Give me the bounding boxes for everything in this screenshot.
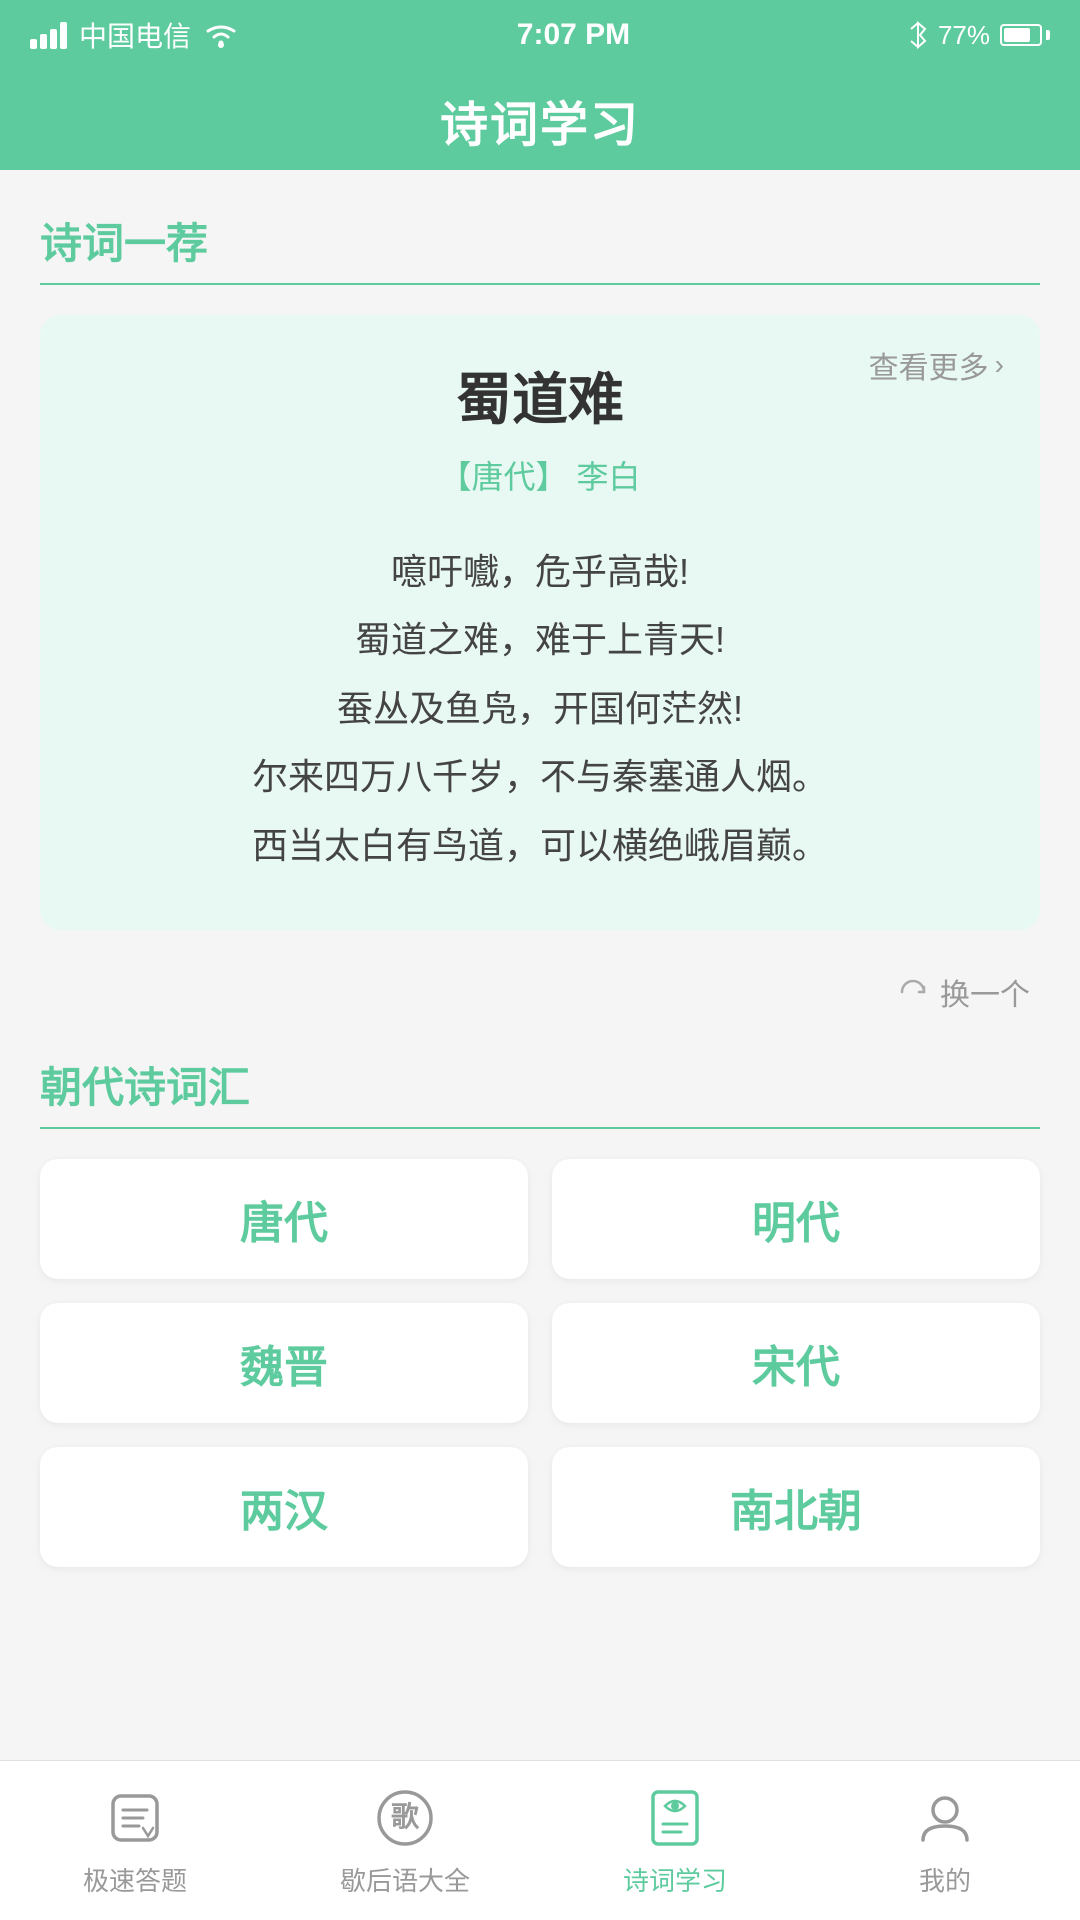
poem-author-name: 李白: [576, 459, 640, 495]
poetry-icon: [640, 1783, 710, 1853]
poem-dynasty: 【唐代】: [440, 459, 568, 495]
nav-item-quiz[interactable]: 极速答题: [0, 1783, 270, 1898]
dynasty-section: 朝代诗词汇 唐代 明代 魏晋 宋代 两汉 南北朝: [40, 1054, 1040, 1567]
nav-item-mine[interactable]: 我的: [810, 1783, 1080, 1898]
poem-line-5: 西当太白有鸟道，可以横绝峨眉巅。: [90, 812, 990, 880]
status-left: 中国电信: [30, 15, 239, 55]
carrier-label: 中国电信: [79, 15, 191, 55]
nav-item-poetry[interactable]: 诗词学习: [540, 1783, 810, 1898]
dynasty-title: 朝代诗词汇: [40, 1054, 1040, 1129]
poem-line-3: 蚕丛及鱼凫，开国何茫然!: [90, 675, 990, 743]
poem-title: 蜀道难: [90, 355, 990, 436]
recommendation-section: 诗词一荐 查看更多 › 蜀道难 【唐代】 李白 噫吁嚱，危乎高哉! 蜀道之难，难…: [40, 210, 1040, 1044]
poem-line-4: 尔来四万八千岁，不与秦塞通人烟。: [90, 743, 990, 811]
app-header: 诗词学习: [0, 70, 1080, 170]
proverb-icon: 歌: [370, 1783, 440, 1853]
status-bar: 中国电信 7:07 PM 77%: [0, 0, 1080, 70]
header-title: 诗词学习: [440, 85, 640, 155]
dynasty-btn-tang[interactable]: 唐代: [40, 1159, 528, 1279]
nav-item-proverb[interactable]: 歌 歇后语大全: [270, 1783, 540, 1898]
poem-author: 【唐代】 李白: [90, 452, 990, 498]
dynasty-grid: 唐代 明代 魏晋 宋代 两汉 南北朝: [40, 1159, 1040, 1567]
mine-label: 我的: [919, 1861, 971, 1898]
refresh-button[interactable]: 换一个: [40, 950, 1040, 1044]
dynasty-btn-nanbei[interactable]: 南北朝: [552, 1447, 1040, 1567]
quiz-label: 极速答题: [83, 1861, 187, 1898]
view-more-button[interactable]: 查看更多 ›: [869, 343, 1004, 387]
refresh-icon: [896, 975, 930, 1009]
refresh-label: 换一个: [940, 970, 1030, 1014]
proverb-label: 歇后语大全: [340, 1861, 470, 1898]
poem-line-2: 蜀道之难，难于上青天!: [90, 606, 990, 674]
bottom-nav: 极速答题 歌 歇后语大全 诗词学习: [0, 1760, 1080, 1920]
bluetooth-icon: [908, 21, 928, 49]
signal-icon: [30, 22, 67, 49]
status-right: 77%: [908, 20, 1050, 51]
poem-line-1: 噫吁嚱，危乎高哉!: [90, 538, 990, 606]
dynasty-btn-song[interactable]: 宋代: [552, 1303, 1040, 1423]
quiz-icon: [100, 1783, 170, 1853]
dynasty-btn-weijin[interactable]: 魏晋: [40, 1303, 528, 1423]
mine-icon: [910, 1783, 980, 1853]
battery-icon: [1000, 24, 1050, 46]
dynasty-btn-lianghan[interactable]: 两汉: [40, 1447, 528, 1567]
poetry-label: 诗词学习: [623, 1861, 727, 1898]
poem-lines: 噫吁嚱，危乎高哉! 蜀道之难，难于上青天! 蚕丛及鱼凫，开国何茫然! 尔来四万八…: [90, 538, 990, 880]
dynasty-btn-ming[interactable]: 明代: [552, 1159, 1040, 1279]
recommendation-title: 诗词一荐: [40, 210, 1040, 285]
chevron-right-icon: ›: [995, 349, 1004, 381]
battery-percentage: 77%: [938, 20, 990, 51]
poem-card: 查看更多 › 蜀道难 【唐代】 李白 噫吁嚱，危乎高哉! 蜀道之难，难于上青天!…: [40, 315, 1040, 930]
wifi-icon: [203, 21, 239, 49]
main-content: 诗词一荐 查看更多 › 蜀道难 【唐代】 李白 噫吁嚱，危乎高哉! 蜀道之难，难…: [0, 170, 1080, 1747]
status-time: 7:07 PM: [517, 18, 630, 52]
svg-text:歌: 歌: [391, 1801, 420, 1832]
